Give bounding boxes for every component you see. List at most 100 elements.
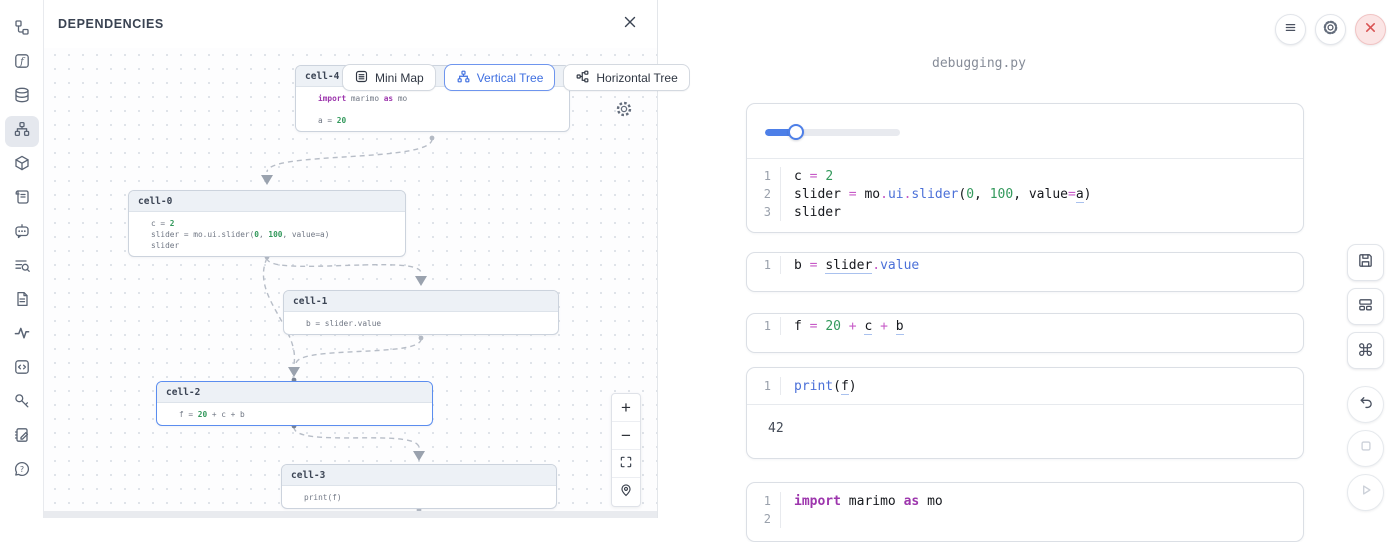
node-title: cell-0 bbox=[129, 191, 405, 212]
mini-map-button[interactable]: Mini Map bbox=[342, 64, 436, 91]
stop-button[interactable] bbox=[1347, 430, 1384, 467]
node-code: c = 2slider = mo.ui.slider(0, 100, value… bbox=[129, 212, 405, 256]
slider-thumb[interactable] bbox=[788, 124, 804, 140]
tracebacks-icon bbox=[13, 324, 31, 347]
scratchpad-icon bbox=[13, 426, 31, 449]
stop-icon bbox=[1358, 438, 1374, 459]
zoom-in-button[interactable]: + bbox=[612, 394, 640, 422]
dependencies-panel: cell-4 import marimo as moa = 20 cell-0 … bbox=[44, 0, 657, 518]
pin-button[interactable] bbox=[612, 478, 640, 506]
sidebar-item-snippets[interactable] bbox=[5, 354, 39, 385]
panel-title: DEPENDENCIES bbox=[58, 17, 164, 31]
sidebar-item-packages[interactable] bbox=[5, 150, 39, 181]
sidebar-item-ai-chat[interactable] bbox=[5, 218, 39, 249]
svg-text:?: ? bbox=[19, 465, 23, 474]
sidebar-item-search[interactable] bbox=[5, 252, 39, 283]
cell-slider[interactable]: 1c = 22slider = mo.ui.slider(0, 100, val… bbox=[746, 103, 1304, 233]
fit-view-button[interactable] bbox=[612, 450, 640, 478]
zoom-out-button[interactable]: − bbox=[612, 422, 640, 450]
sidebar-item-dependencies[interactable] bbox=[5, 116, 39, 147]
close-panel-button[interactable] bbox=[619, 13, 641, 35]
graph-node-cell-3[interactable]: cell-3 print(f) bbox=[281, 464, 557, 509]
view-button-label: Vertical Tree bbox=[477, 71, 544, 85]
edge-cell0-cell1 bbox=[267, 258, 421, 273]
dependency-graph-canvas[interactable]: cell-4 import marimo as moa = 20 cell-0 … bbox=[44, 0, 657, 518]
sidebar-item-help[interactable]: ? bbox=[5, 456, 39, 487]
node-code: f = 20 + c + b bbox=[157, 403, 432, 425]
cell-b[interactable]: 1b = slider.value bbox=[746, 252, 1304, 292]
sidebar-item-secrets[interactable] bbox=[5, 388, 39, 419]
secrets-icon bbox=[13, 392, 31, 415]
outline-icon bbox=[13, 18, 31, 41]
notebook-filename: debugging.py bbox=[658, 56, 1300, 71]
horizontal-tree-icon bbox=[575, 69, 590, 87]
search-icon bbox=[13, 256, 31, 279]
shutdown-button[interactable] bbox=[1355, 14, 1386, 45]
sidebar-item-logs[interactable] bbox=[5, 184, 39, 215]
run-button[interactable] bbox=[1347, 474, 1384, 511]
graph-settings-button[interactable] bbox=[615, 100, 633, 123]
node-code: print(f) bbox=[282, 486, 556, 508]
fit-view-icon bbox=[619, 454, 633, 474]
panel-sidebar: f ? bbox=[0, 0, 44, 518]
graph-node-cell-2[interactable]: cell-2 f = 20 + c + b bbox=[156, 381, 433, 426]
command-icon: ⌘ bbox=[1357, 341, 1374, 361]
code-editor[interactable]: 1import marimo as mo2 bbox=[747, 483, 1303, 537]
sidebar-item-documentation[interactable] bbox=[5, 286, 39, 317]
graph-node-cell-0[interactable]: cell-0 c = 2slider = mo.ui.slider(0, 100… bbox=[128, 190, 406, 257]
code-editor[interactable]: 1c = 22slider = mo.ui.slider(0, 100, val… bbox=[747, 159, 1303, 230]
cell-f[interactable]: 1f = 20 + c + b bbox=[746, 313, 1304, 353]
settings-button[interactable] bbox=[1315, 14, 1346, 45]
node-title: cell-1 bbox=[284, 291, 558, 312]
cell-print[interactable]: 1print(f) 42 bbox=[746, 367, 1304, 459]
dependencies-panel-header: DEPENDENCIES bbox=[44, 0, 657, 48]
vertical-tree-button[interactable]: Vertical Tree bbox=[444, 64, 556, 91]
packages-icon bbox=[13, 154, 31, 177]
layout-icon bbox=[1357, 296, 1374, 318]
node-handle bbox=[419, 336, 424, 341]
sidebar-item-outline[interactable] bbox=[5, 14, 39, 45]
view-button-label: Mini Map bbox=[375, 71, 424, 85]
node-code: b = slider.value bbox=[284, 312, 558, 334]
graph-view-toolbar: Mini Map Vertical Tree Horizontal Tree bbox=[342, 64, 690, 91]
shutdown-x-icon bbox=[1364, 21, 1377, 39]
panel-bottom-scrollbar[interactable] bbox=[44, 511, 657, 518]
graph-node-cell-1[interactable]: cell-1 b = slider.value bbox=[283, 290, 559, 335]
node-title: cell-3 bbox=[282, 465, 556, 486]
arrowhead bbox=[413, 451, 425, 461]
cell-output-text: 42 bbox=[747, 405, 1303, 456]
undo-button[interactable] bbox=[1347, 386, 1384, 423]
arrowhead bbox=[261, 175, 273, 185]
shortcuts-button[interactable]: ⌘ bbox=[1347, 332, 1384, 369]
horizontal-tree-button[interactable]: Horizontal Tree bbox=[563, 64, 689, 91]
edge-cell2-cell3 bbox=[294, 427, 419, 448]
graph-zoom-controls: + − bbox=[611, 393, 641, 507]
sidebar-item-variables[interactable]: f bbox=[5, 48, 39, 79]
documentation-icon bbox=[13, 290, 31, 313]
sidebar-item-datasources[interactable] bbox=[5, 82, 39, 113]
snippets-icon bbox=[13, 358, 31, 381]
run-icon bbox=[1358, 482, 1374, 503]
arrowhead bbox=[288, 367, 300, 377]
code-editor[interactable]: 1f = 20 + c + b bbox=[747, 314, 1303, 338]
variables-icon: f bbox=[13, 52, 31, 75]
layout-button[interactable] bbox=[1347, 288, 1384, 325]
menu-button[interactable] bbox=[1275, 14, 1306, 45]
save-icon bbox=[1357, 252, 1374, 274]
code-editor[interactable]: 1b = slider.value bbox=[747, 253, 1303, 277]
notebook-area: debugging.py 1c = 22slider = mo.ui.slide… bbox=[657, 0, 1400, 518]
cell-import[interactable]: 1import marimo as mo2 bbox=[746, 482, 1304, 542]
slider-track[interactable] bbox=[765, 129, 900, 136]
save-button[interactable] bbox=[1347, 244, 1384, 281]
menu-icon bbox=[1283, 20, 1298, 40]
sidebar-item-scratchpad[interactable] bbox=[5, 422, 39, 453]
notebook-top-actions bbox=[1275, 14, 1386, 45]
node-handle bbox=[430, 136, 435, 141]
node-title: cell-2 bbox=[157, 382, 432, 403]
slider-widget[interactable] bbox=[765, 124, 900, 140]
sidebar-item-tracebacks[interactable] bbox=[5, 320, 39, 351]
view-button-label: Horizontal Tree bbox=[596, 71, 677, 85]
code-editor[interactable]: 1print(f) bbox=[747, 368, 1303, 404]
edge-cell4-cell0 bbox=[267, 139, 432, 172]
gear-icon bbox=[1322, 19, 1339, 41]
